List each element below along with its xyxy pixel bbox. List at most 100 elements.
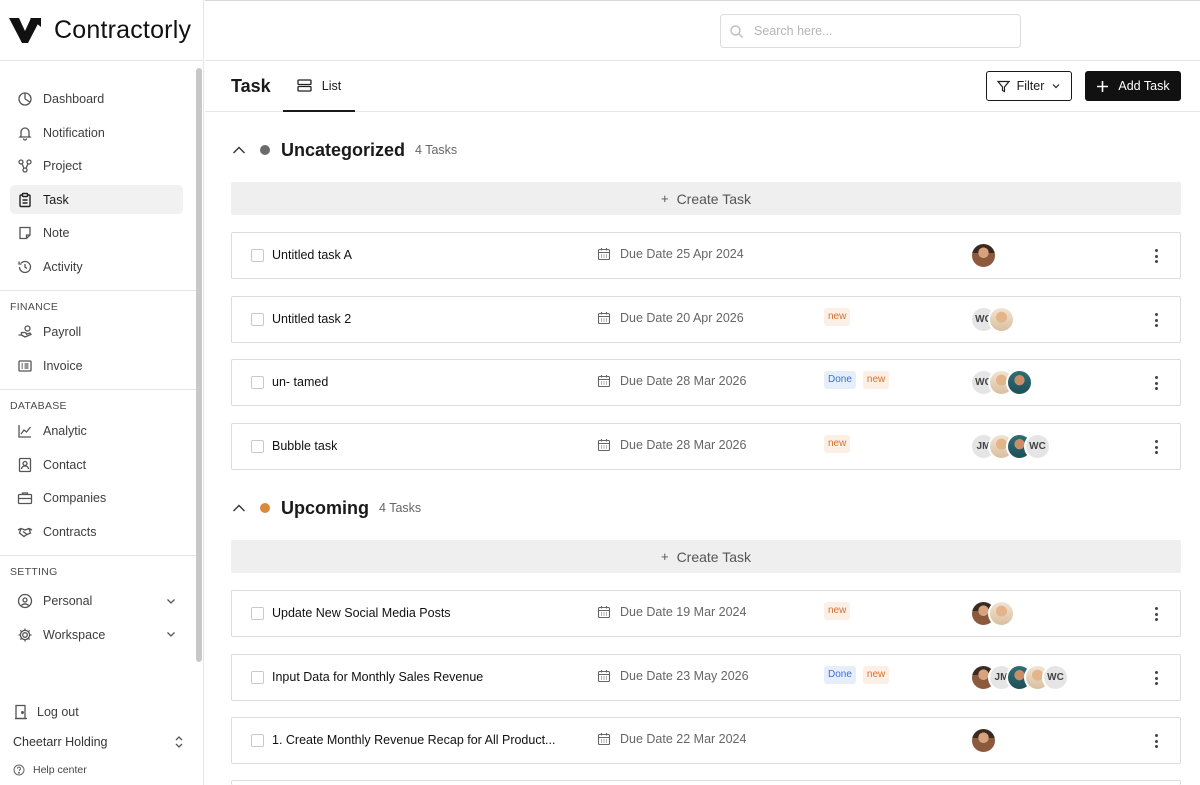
task-due-date: Due Date 23 May 2026	[597, 669, 749, 683]
task-name[interactable]: Update New Social Media Posts	[272, 606, 451, 620]
filter-button[interactable]: Filter	[986, 71, 1072, 101]
sidebar-item-analytic[interactable]: Analytic	[10, 417, 183, 446]
plus-icon: +	[660, 191, 669, 206]
sidebar-item-personal[interactable]: Personal	[10, 587, 183, 616]
chevron-up-icon[interactable]	[231, 142, 247, 158]
sidebar-item-invoice[interactable]: Invoice	[10, 351, 183, 380]
invoice-icon	[17, 358, 33, 374]
task-row[interactable]: Input Data for Monthly Sales Revenue Due…	[231, 654, 1181, 701]
assignee-avatars[interactable]	[970, 242, 997, 269]
more-options-icon[interactable]	[1154, 376, 1158, 390]
more-options-icon[interactable]	[1154, 734, 1158, 748]
briefcase-icon	[17, 490, 33, 506]
due-date-text: Due Date 20 Apr 2026	[620, 311, 744, 325]
setting-nav: Personal Workspace	[0, 587, 203, 650]
sidebar-item-dashboard[interactable]: Dashboard	[10, 85, 183, 114]
task-name[interactable]: Input Data for Monthly Sales Revenue	[272, 670, 483, 684]
sidebar-item-label: Invoice	[43, 358, 83, 373]
brand[interactable]: Contractorly	[0, 0, 203, 61]
sidebar-item-notification[interactable]: Notification	[10, 118, 183, 147]
group-task-count: 4 Tasks	[379, 501, 422, 515]
logout-button[interactable]: Log out	[14, 704, 79, 720]
list-view-icon	[297, 79, 312, 92]
task-name[interactable]: Untitled task 2	[272, 312, 351, 326]
sidebar-item-task[interactable]: Task	[10, 185, 183, 214]
calendar-icon	[597, 605, 611, 619]
task-checkbox[interactable]	[251, 671, 264, 684]
task-checkbox[interactable]	[251, 376, 264, 389]
sidebar-item-note[interactable]: Note	[10, 219, 183, 248]
due-date-text: Due Date 23 May 2026	[620, 669, 749, 683]
task-due-date: Due Date 25 Apr 2024	[597, 247, 744, 261]
sidebar-item-contact[interactable]: Contact	[10, 450, 183, 479]
organization-name: Cheetarr Holding	[13, 735, 108, 749]
assignee-avatars[interactable]: JM WC	[970, 664, 1069, 691]
group-color-dot	[260, 145, 270, 155]
assignee-avatars[interactable]: WC	[970, 369, 1033, 396]
task-name[interactable]: un- tamed	[272, 375, 328, 389]
due-date-text: Due Date 25 Apr 2024	[620, 247, 744, 261]
more-options-icon[interactable]	[1154, 607, 1158, 621]
task-row[interactable]: Update New Social Media Posts Due Date 1…	[231, 590, 1181, 637]
sidebar-scrollbar[interactable]	[196, 68, 202, 662]
more-options-icon[interactable]	[1154, 440, 1158, 454]
sidebar-item-label: Workspace	[43, 627, 106, 642]
task-checkbox[interactable]	[251, 313, 264, 326]
task-checkbox[interactable]	[251, 734, 264, 747]
chevron-up-icon[interactable]	[231, 500, 247, 516]
search-box[interactable]	[720, 14, 1021, 48]
history-icon	[17, 259, 33, 275]
calendar-icon	[597, 374, 611, 388]
task-checkbox[interactable]	[251, 440, 264, 453]
task-name[interactable]: Untitled task A	[272, 248, 352, 262]
create-task-button[interactable]: + Create Task	[231, 182, 1181, 215]
sidebar-item-project[interactable]: Project	[10, 152, 183, 181]
organization-switcher[interactable]: Cheetarr Holding	[13, 734, 185, 750]
assignee-avatars[interactable]: JM WC	[970, 433, 1051, 460]
status-badge-new: new	[862, 371, 890, 389]
tab-list-view[interactable]: List	[283, 61, 355, 112]
top-bar	[205, 0, 1200, 61]
avatar[interactable]	[988, 306, 1015, 333]
task-row[interactable]: Untitled task A Due Date 25 Apr 2024	[231, 232, 1181, 279]
add-task-button[interactable]: Add Task	[1085, 71, 1181, 101]
assignee-avatars[interactable]	[970, 600, 1015, 627]
task-row[interactable]: Bubble task Due Date 28 Mar 2026 new JM …	[231, 423, 1181, 470]
calendar-icon	[597, 247, 611, 261]
sidebar-item-activity[interactable]: Activity	[10, 252, 183, 281]
more-options-icon[interactable]	[1154, 671, 1158, 685]
task-row[interactable]: 1. Create Monthly Revenue Recap for All …	[231, 717, 1181, 764]
task-name[interactable]: Bubble task	[272, 439, 337, 453]
chevron-down-icon	[167, 598, 175, 604]
task-due-date: Due Date 28 Mar 2026	[597, 438, 746, 452]
bell-icon	[17, 125, 33, 141]
assignee-avatars[interactable]	[970, 727, 997, 754]
create-task-button[interactable]: + Create Task	[231, 540, 1181, 573]
app-name: Contractorly	[54, 15, 192, 44]
task-name[interactable]: 1. Create Monthly Revenue Recap for All …	[272, 733, 555, 747]
avatar[interactable]	[988, 600, 1015, 627]
avatar[interactable]	[970, 727, 997, 754]
sidebar-item-payroll[interactable]: Payroll	[10, 318, 183, 347]
avatar[interactable]: WC	[1042, 664, 1069, 691]
search-icon	[729, 24, 744, 39]
assignee-avatars[interactable]: WC	[970, 306, 1015, 333]
task-checkbox[interactable]	[251, 607, 264, 620]
search-input[interactable]	[754, 24, 1004, 38]
more-options-icon[interactable]	[1154, 249, 1158, 263]
task-row[interactable]	[231, 780, 1181, 785]
task-row[interactable]: un- tamed Due Date 28 Mar 2026 Done new …	[231, 359, 1181, 406]
calendar-icon	[597, 438, 611, 452]
task-checkbox[interactable]	[251, 249, 264, 262]
user-settings-icon	[17, 593, 33, 609]
avatar[interactable]	[1006, 369, 1033, 396]
more-options-icon[interactable]	[1154, 313, 1158, 327]
task-row[interactable]: Untitled task 2 Due Date 20 Apr 2026 new…	[231, 296, 1181, 343]
avatar[interactable]: WC	[1024, 433, 1051, 460]
sidebar-item-contracts[interactable]: Contracts	[10, 517, 183, 546]
help-center-link[interactable]: Help center	[13, 764, 87, 776]
sidebar-item-workspace[interactable]: Workspace	[10, 620, 183, 649]
avatar[interactable]	[970, 242, 997, 269]
group-header-uncategorized: Uncategorized 4 Tasks	[231, 138, 457, 162]
sidebar-item-companies[interactable]: Companies	[10, 484, 183, 513]
